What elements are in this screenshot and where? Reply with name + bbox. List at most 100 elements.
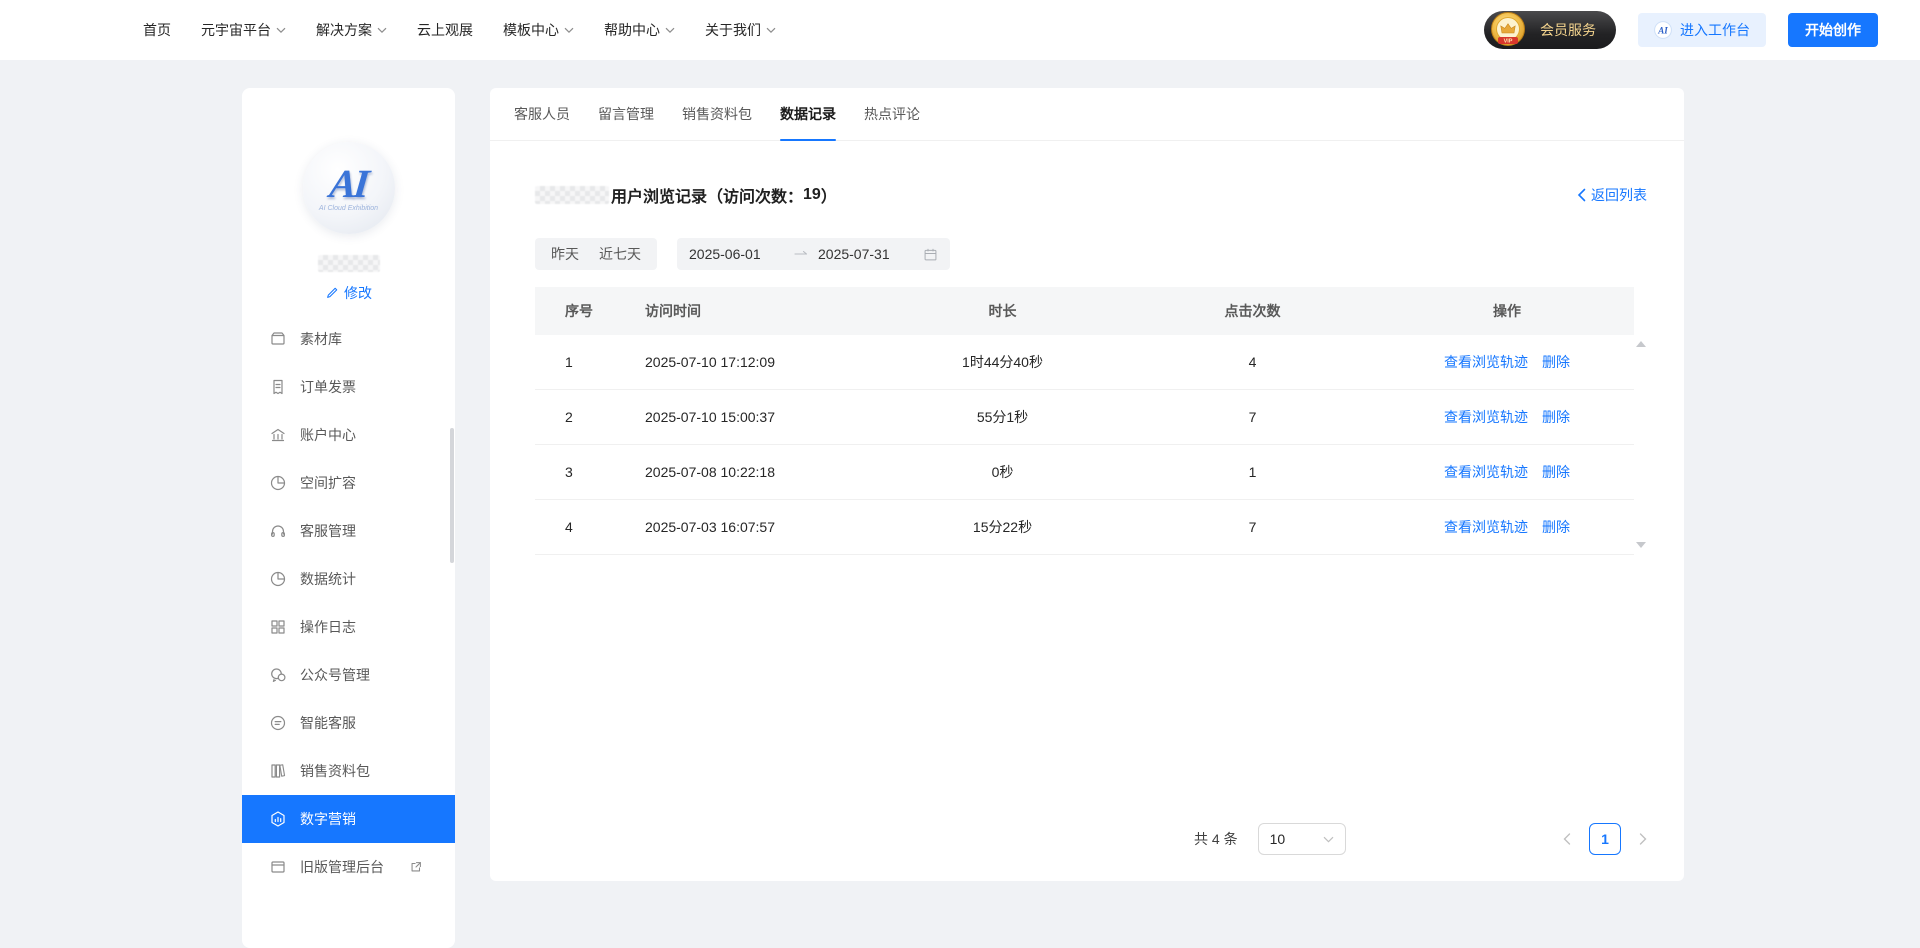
nav-label: 关于我们 (705, 22, 761, 38)
column-header-clicks: 点击次数 (1224, 303, 1281, 319)
last-7-days-button[interactable]: 近七天 (589, 238, 651, 270)
grid-icon (269, 618, 287, 636)
topbar-actions: VIP 会员服务 AI 进入工作台 开始创作 (1484, 0, 1878, 60)
svg-text:AI: AI (1657, 25, 1668, 35)
sidebar-item-order-invoice[interactable]: 订单发票 (242, 363, 455, 411)
enter-workspace-button[interactable]: AI 进入工作台 (1638, 13, 1766, 47)
sidebar-item-label: 空间扩容 (300, 475, 356, 491)
total-count: 共 4 条 (1194, 831, 1238, 847)
sidebar-item-customer-service-management[interactable]: 客服管理 (242, 507, 455, 555)
tab-bar: 客服人员 留言管理 销售资料包 数据记录 热点评论 (490, 88, 1684, 141)
nav-item-about-us[interactable]: 关于我们 (705, 20, 776, 40)
tab-sales-package[interactable]: 销售资料包 (682, 88, 752, 140)
table-row: 1 2025-07-10 17:12:09 1时44分40秒 4 查看浏览轨迹删… (535, 335, 1634, 390)
nav-item-cloud-exhibition[interactable]: 云上观展 (417, 20, 473, 40)
date-range-picker[interactable]: 2025-06-01 2025-07-31 (677, 238, 950, 270)
back-to-list-link[interactable]: 返回列表 (1577, 185, 1647, 205)
nav-item-template-center[interactable]: 模板中心 (503, 20, 574, 40)
sidebar-item-official-account-management[interactable]: 公众号管理 (242, 651, 455, 699)
yesterday-button[interactable]: 昨天 (541, 238, 589, 270)
cell-no: 4 (565, 519, 573, 535)
sidebar-item-material-library[interactable]: 素材库 (242, 330, 455, 363)
title-text: ） (820, 189, 837, 206)
svg-text:VIP: VIP (1504, 39, 1513, 45)
sidebar-item-operation-log[interactable]: 操作日志 (242, 603, 455, 651)
chevron-down-icon (276, 27, 286, 34)
box-icon (269, 330, 287, 348)
view-track-link[interactable]: 查看浏览轨迹 (1444, 462, 1528, 482)
visit-count: 19 (803, 186, 821, 203)
sidebar-item-label: 客服管理 (300, 523, 356, 539)
tab-data-records[interactable]: 数据记录 (780, 88, 836, 141)
sidebar-item-smart-customer-service[interactable]: 智能客服 (242, 699, 455, 747)
sidebar-item-account-center[interactable]: 账户中心 (242, 411, 455, 459)
tab-hot-comments[interactable]: 热点评论 (864, 88, 920, 140)
page-size-value: 10 (1269, 831, 1286, 847)
sidebar-item-label: 公众号管理 (300, 667, 370, 683)
cell-visit-time: 2025-07-10 17:12:09 (645, 354, 775, 370)
edit-profile-link[interactable]: 修改 (242, 283, 455, 303)
sidebar-item-legacy-admin[interactable]: 旧版管理后台 (242, 843, 455, 891)
scroll-down-button[interactable] (1634, 538, 1647, 551)
pen-icon (325, 286, 339, 300)
column-header-duration: 时长 (988, 303, 1017, 319)
top-navigation-bar: 首页 元宇宙平台 解决方案 云上观展 模板中心 帮助中心 关于我们 VIP 会员… (0, 0, 1920, 60)
workspace-label: 进入工作台 (1680, 22, 1750, 38)
records-table: 序号 访问时间 时长 点击次数 操作 1 2025-07-10 17:12:09… (535, 287, 1647, 555)
sidebar: AI AI Cloud Exhibition 修改 素材库 订单发票 账户中心 (242, 88, 455, 948)
start-creating-button[interactable]: 开始创作 (1788, 13, 1878, 47)
start-date-value[interactable]: 2025-06-01 (689, 246, 784, 262)
delete-link[interactable]: 删除 (1542, 352, 1570, 372)
sidebar-item-data-statistics[interactable]: 数据统计 (242, 555, 455, 603)
prev-page-button[interactable] (1563, 833, 1571, 845)
sidebar-item-digital-marketing[interactable]: 数字营销 (242, 795, 455, 843)
create-label: 开始创作 (1805, 22, 1861, 38)
chevron-down-icon (766, 27, 776, 34)
cell-duration: 0秒 (991, 464, 1014, 480)
sidebar-scrollbar[interactable] (450, 428, 454, 563)
tab-label: 数据记录 (780, 106, 836, 122)
hexagon-chart-icon (269, 810, 287, 828)
view-track-link[interactable]: 查看浏览轨迹 (1444, 517, 1528, 537)
tab-label: 销售资料包 (682, 106, 752, 122)
scroll-up-button[interactable] (1634, 337, 1647, 350)
nav-label: 元宇宙平台 (201, 22, 271, 38)
tab-customer-staff[interactable]: 客服人员 (514, 88, 570, 140)
delete-link[interactable]: 删除 (1542, 462, 1570, 482)
sidebar-item-space-expansion[interactable]: 空间扩容 (242, 459, 455, 507)
pie-chart-icon (269, 570, 287, 588)
cell-visit-time: 2025-07-10 15:00:37 (645, 409, 775, 425)
tab-content: 用户浏览记录（访问次数： 19 ） 返回列表 昨天 近七天 2025-06-01 (490, 183, 1684, 555)
avatar[interactable]: AI AI Cloud Exhibition (302, 142, 395, 234)
table-row: 3 2025-07-08 10:22:18 0秒 1 查看浏览轨迹 删除 (535, 445, 1634, 500)
chevron-down-icon (564, 27, 574, 34)
page-size-select[interactable]: 10 (1257, 823, 1346, 855)
chevron-down-icon (377, 27, 387, 34)
filter-row: 昨天 近七天 2025-06-01 2025-07-31 (535, 238, 1647, 270)
pie-chart-icon (269, 474, 287, 492)
sidebar-item-label: 销售资料包 (300, 763, 370, 779)
next-page-button[interactable] (1639, 833, 1647, 845)
sidebar-item-sales-package[interactable]: 销售资料包 (242, 747, 455, 795)
message-icon (269, 714, 287, 732)
headphones-icon (269, 522, 287, 540)
member-service-badge[interactable]: VIP 会员服务 (1484, 11, 1616, 49)
nav-item-home[interactable]: 首页 (143, 20, 171, 40)
view-track-link[interactable]: 查看浏览轨迹 (1444, 352, 1528, 372)
edit-label: 修改 (344, 285, 372, 301)
tab-message-management[interactable]: 留言管理 (598, 88, 654, 140)
view-track-link[interactable]: 查看浏览轨迹 (1444, 407, 1528, 427)
page-title: 用户浏览记录（访问次数： 19 ） (535, 183, 837, 207)
avatar-ai-logo: AI (328, 161, 370, 206)
page-1-button[interactable]: 1 (1589, 823, 1621, 855)
delete-link[interactable]: 删除 (1542, 407, 1570, 427)
delete-link[interactable]: 删除 (1542, 517, 1570, 537)
sidebar-item-label: 旧版管理后台 (300, 859, 384, 875)
nav-item-help-center[interactable]: 帮助中心 (604, 20, 675, 40)
table-row: 2 2025-07-10 15:00:37 55分1秒 7 查看浏览轨迹 删除 (535, 390, 1634, 445)
cell-visit-time: 2025-07-08 10:22:18 (645, 464, 775, 480)
nav-item-metaverse-platform[interactable]: 元宇宙平台 (201, 20, 286, 40)
chevron-down-icon (665, 27, 675, 34)
end-date-value[interactable]: 2025-07-31 (818, 246, 913, 262)
nav-item-solutions[interactable]: 解决方案 (316, 20, 387, 40)
